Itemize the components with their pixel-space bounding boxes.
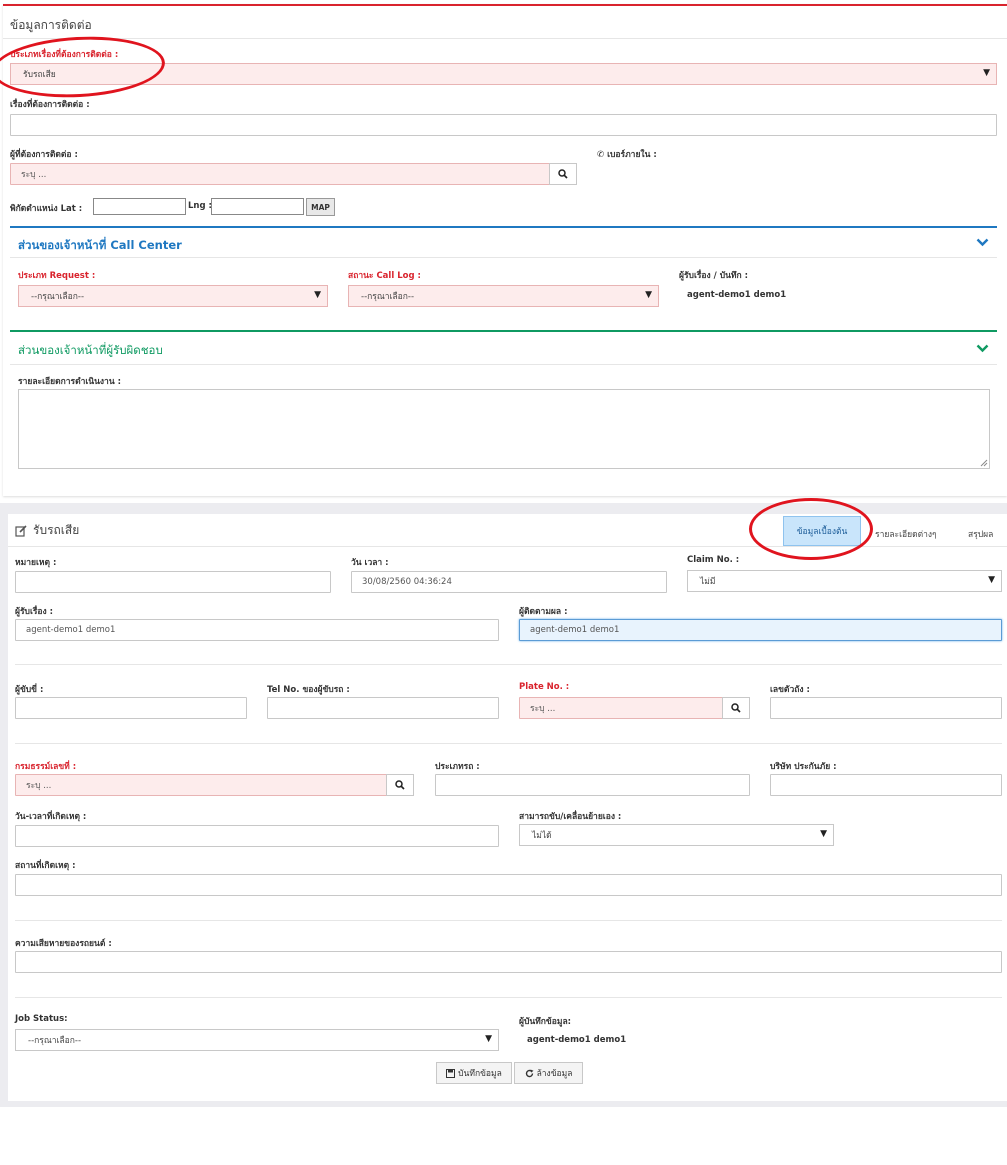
search-icon (395, 780, 405, 790)
divider (10, 257, 997, 258)
clear-button[interactable]: ล้างข้อมูล (514, 1062, 583, 1084)
search-icon (558, 169, 568, 179)
chassis-input[interactable] (770, 697, 1002, 719)
lng-input[interactable] (211, 198, 304, 215)
breakdown-header: รับรถเสีย (15, 521, 79, 540)
divider (15, 997, 1002, 998)
contact-person-label: ผู้ที่ต้องการติดต่อ : (10, 150, 78, 160)
driver-tel-input[interactable] (267, 697, 499, 719)
resize-handle-icon (980, 459, 988, 467)
work-details-label: รายละเอียดการดำเนินงาน : (18, 377, 122, 387)
claim-label: Claim No. : (687, 555, 740, 565)
plate-input[interactable]: ระบุ ... (519, 697, 723, 719)
contact-panel-title: ข้อมูลการติดต่อ (10, 18, 92, 32)
driver-tel-label: Tel No. ของผู้ขับรถ : (267, 685, 350, 695)
extension-label: เบอร์ภายใน : (607, 150, 657, 160)
damage-label: ความเสียหายของรถยนต์ : (15, 939, 112, 949)
movable-value: ไม่ได้ (532, 831, 552, 841)
incident-time-input[interactable] (15, 825, 499, 847)
cc-receiver-label: ผู้รับเรื่อง / บันทึก : (679, 271, 749, 281)
divider (3, 38, 1007, 39)
chassis-label: เลขตัวถัง : (770, 685, 810, 695)
contact-person-input[interactable]: ระบุ ... (10, 163, 550, 185)
divider (10, 364, 997, 365)
receiver-input[interactable]: agent-demo1 demo1 (15, 619, 499, 641)
caret-down-icon: ▼ (314, 290, 321, 300)
divider (15, 664, 1002, 665)
request-type-value: --กรุณาเลือก-- (31, 292, 85, 302)
datetime-label: วัน เวลา : (351, 558, 389, 568)
recorder-value: agent-demo1 demo1 (527, 1035, 627, 1045)
search-icon (731, 703, 741, 713)
movable-select[interactable]: ไม่ได้ ▼ (519, 824, 834, 846)
breakdown-panel (8, 514, 1007, 1101)
divider (15, 743, 1002, 744)
datetime-input[interactable]: 30/08/2560 04:36:24 (351, 571, 667, 593)
policy-search-button[interactable] (386, 774, 414, 796)
tab-summary[interactable]: สรุปผล (968, 527, 993, 541)
topic-label: เรื่องที่ต้องการติดต่อ : (10, 100, 90, 110)
contact-person-search-button[interactable] (549, 163, 577, 185)
follower-input[interactable]: agent-demo1 demo1 (519, 619, 1002, 641)
floppy-icon (446, 1068, 456, 1078)
recorder-label: ผู้บันทึกข้อมูล: (519, 1017, 572, 1027)
claim-select[interactable]: ไม่มี ▼ (687, 570, 1002, 592)
policy-input[interactable]: ระบุ ... (15, 774, 387, 796)
lng-label: Lng : (188, 201, 212, 211)
call-center-collapse-icon[interactable] (976, 238, 989, 247)
location-label: สถานที่เกิดเหตุ : (15, 861, 76, 871)
annotation-ellipse (749, 498, 873, 560)
call-log-value: --กรุณาเลือก-- (361, 292, 415, 302)
map-button[interactable]: MAP (306, 198, 335, 216)
damage-input[interactable] (15, 951, 1002, 973)
request-type-select[interactable]: --กรุณาเลือก-- ▼ (18, 285, 328, 307)
work-details-textarea[interactable] (18, 389, 990, 469)
car-type-label: ประเภทรถ : (435, 762, 480, 772)
phone-icon: ✆ (597, 150, 605, 160)
responsible-collapse-icon[interactable] (976, 344, 989, 353)
lat-label: พิกัดตำแหน่ง Lat : (10, 204, 83, 214)
policy-label: กรมธรรม์เลขที่ : (15, 762, 77, 772)
save-button-label: บันทึกข้อมูล (458, 1069, 502, 1079)
plate-search-button[interactable] (722, 697, 750, 719)
caret-down-icon: ▼ (485, 1034, 492, 1044)
save-button[interactable]: บันทึกข้อมูล (436, 1062, 512, 1084)
caret-down-icon: ▼ (645, 290, 652, 300)
clear-button-label: ล้างข้อมูล (536, 1069, 573, 1079)
call-center-title: ส่วนของเจ้าหน้าที่ Call Center (18, 238, 182, 252)
movable-label: สามารถขับ/เคลื่อนย้ายเอง : (519, 812, 622, 822)
caret-down-icon: ▼ (988, 575, 995, 585)
breakdown-title: รับรถเสีย (33, 523, 80, 537)
refresh-icon (525, 1069, 534, 1077)
lat-input[interactable] (93, 198, 186, 215)
claim-value: ไม่มี (700, 577, 716, 587)
incident-time-label: วัน-เวลาที่เกิดเหตุ : (15, 812, 87, 822)
receiver-label: ผู้รับเรื่อง : (15, 607, 54, 617)
job-status-value: --กรุณาเลือก-- (28, 1036, 82, 1046)
call-log-label: สถานะ Call Log : (348, 271, 421, 281)
call-log-select[interactable]: --กรุณาเลือก-- ▼ (348, 285, 659, 307)
job-status-select[interactable]: --กรุณาเลือก-- ▼ (15, 1029, 499, 1051)
job-status-label: Job Status: (15, 1014, 68, 1024)
divider (15, 920, 1002, 921)
edit-icon (15, 524, 27, 537)
follower-label: ผู้ติดตามผล : (519, 607, 568, 617)
driver-input[interactable] (15, 697, 247, 719)
cc-receiver-value: agent-demo1 demo1 (687, 290, 787, 300)
car-type-input[interactable] (435, 774, 750, 796)
caret-down-icon: ▼ (983, 68, 990, 78)
location-input[interactable] (15, 874, 1002, 896)
topic-input[interactable] (10, 114, 997, 136)
note-label: หมายเหตุ : (15, 558, 57, 568)
plate-label: Plate No. : (519, 682, 570, 692)
note-input[interactable] (15, 571, 331, 593)
driver-label: ผู้ขับขี่ : (15, 685, 44, 695)
extension-label-row: ✆ เบอร์ภายใน : (597, 147, 657, 161)
caret-down-icon: ▼ (820, 829, 827, 839)
insurer-input[interactable] (770, 774, 1002, 796)
tab-details[interactable]: รายละเอียดต่างๆ (875, 527, 937, 541)
responsible-title: ส่วนของเจ้าหน้าที่ผู้รับผิดชอบ (18, 343, 163, 357)
request-type-label: ประเภท Request : (18, 271, 96, 281)
insurer-label: บริษัท ประกันภัย : (770, 762, 837, 772)
